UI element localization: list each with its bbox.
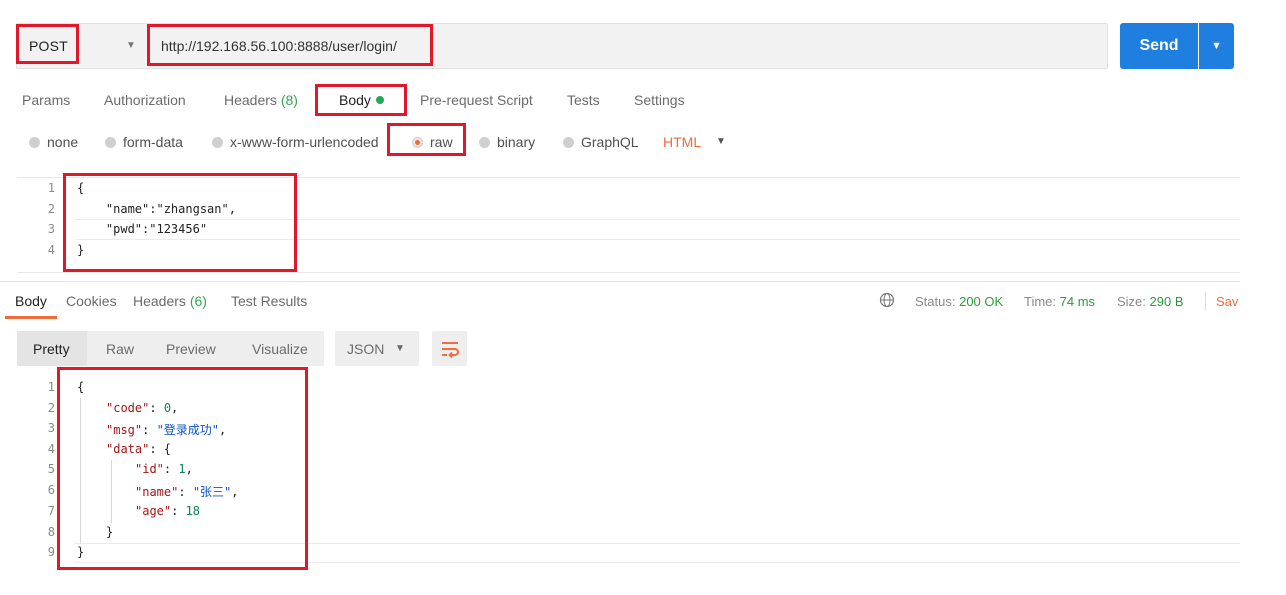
tab-label: Settings xyxy=(634,92,685,108)
radio-binary[interactable]: binary xyxy=(479,134,535,150)
line-number: 2 xyxy=(17,202,55,216)
tab-tests[interactable]: Tests xyxy=(567,92,600,108)
radio-circle xyxy=(29,137,40,148)
radio-none[interactable]: none xyxy=(29,134,78,150)
line-number: 2 xyxy=(17,401,55,415)
view-visualize[interactable]: Visualize xyxy=(252,341,308,357)
radio-circle xyxy=(105,137,116,148)
tab-label: Pre-request Script xyxy=(420,92,533,108)
line-number: 3 xyxy=(17,222,55,236)
radio-form-data[interactable]: form-data xyxy=(105,134,183,150)
radio-label: form-data xyxy=(123,134,183,150)
tab-count: (6) xyxy=(190,293,207,309)
highlight-box xyxy=(16,24,79,64)
line-number: 1 xyxy=(17,380,55,394)
save-response-button[interactable]: Sav xyxy=(1216,294,1240,309)
size-readout: Size: 290 B xyxy=(1117,294,1184,309)
highlight-box xyxy=(63,173,297,272)
line-number: 1 xyxy=(17,181,55,195)
resp-tab-body[interactable]: Body xyxy=(15,293,47,309)
highlight-box xyxy=(315,84,407,116)
tab-headers[interactable]: Headers (8) xyxy=(224,92,298,108)
response-format-label: JSON xyxy=(347,341,384,357)
line-number: 5 xyxy=(17,462,55,476)
time-readout: Time: 74 ms xyxy=(1024,294,1095,309)
wrap-lines-icon xyxy=(440,339,460,359)
tab-label: Tests xyxy=(567,92,600,108)
radio-graphql[interactable]: GraphQL xyxy=(563,134,639,150)
send-button[interactable]: Send xyxy=(1120,23,1198,69)
highlight-box xyxy=(387,123,466,156)
highlight-box xyxy=(57,367,308,570)
radio-circle xyxy=(212,137,223,148)
tab-label: Body xyxy=(15,293,47,309)
view-raw[interactable]: Raw xyxy=(106,341,134,357)
tab-count: (8) xyxy=(281,92,298,108)
radio-label: none xyxy=(47,134,78,150)
tab-params[interactable]: Params xyxy=(22,92,70,108)
view-pretty[interactable]: Pretty xyxy=(33,341,70,357)
line-number: 4 xyxy=(17,442,55,456)
chevron-down-icon[interactable]: ▼ xyxy=(126,40,136,51)
tab-settings[interactable]: Settings xyxy=(634,92,685,108)
line-number: 6 xyxy=(17,483,55,497)
resp-tab-headers[interactable]: Headers (6) xyxy=(133,293,207,309)
radio-label: GraphQL xyxy=(581,134,639,150)
radio-x-www-form-urlencoded[interactable]: x-www-form-urlencoded xyxy=(212,134,386,150)
radio-circle xyxy=(563,137,574,148)
globe-icon[interactable] xyxy=(879,292,895,308)
section-divider xyxy=(0,281,1240,282)
tab-label: Headers xyxy=(133,293,186,309)
radio-circle xyxy=(479,137,490,148)
body-format-select[interactable]: HTML xyxy=(663,134,701,150)
chevron-down-icon[interactable]: ▼ xyxy=(395,343,405,354)
tab-authorization[interactable]: Authorization xyxy=(104,92,186,108)
meta-divider xyxy=(1205,292,1206,310)
line-number: 7 xyxy=(17,504,55,518)
line-number: 9 xyxy=(17,545,55,559)
tab-label: Test Results xyxy=(231,293,307,309)
chevron-down-icon[interactable]: ▼ xyxy=(716,136,726,147)
send-options-chevron-icon[interactable]: ▼ xyxy=(1199,23,1234,69)
radio-label: x-www-form-urlencoded xyxy=(230,134,379,150)
tab-pre-request-script[interactable]: Pre-request Script xyxy=(420,92,533,108)
line-number: 3 xyxy=(17,421,55,435)
highlight-box xyxy=(147,24,433,66)
resp-tab-test-results[interactable]: Test Results xyxy=(231,293,307,309)
tab-label: Params xyxy=(22,92,70,108)
resp-tab-cookies[interactable]: Cookies xyxy=(66,293,117,309)
tab-label: Authorization xyxy=(104,92,186,108)
tab-label: Headers xyxy=(224,92,277,108)
active-tab-underline xyxy=(5,316,57,319)
line-number: 4 xyxy=(17,243,55,257)
radio-label: binary xyxy=(497,134,535,150)
status-readout: Status: 200 OK xyxy=(915,294,1003,309)
line-number: 8 xyxy=(17,525,55,539)
tab-label: Cookies xyxy=(66,293,117,309)
view-preview[interactable]: Preview xyxy=(166,341,216,357)
